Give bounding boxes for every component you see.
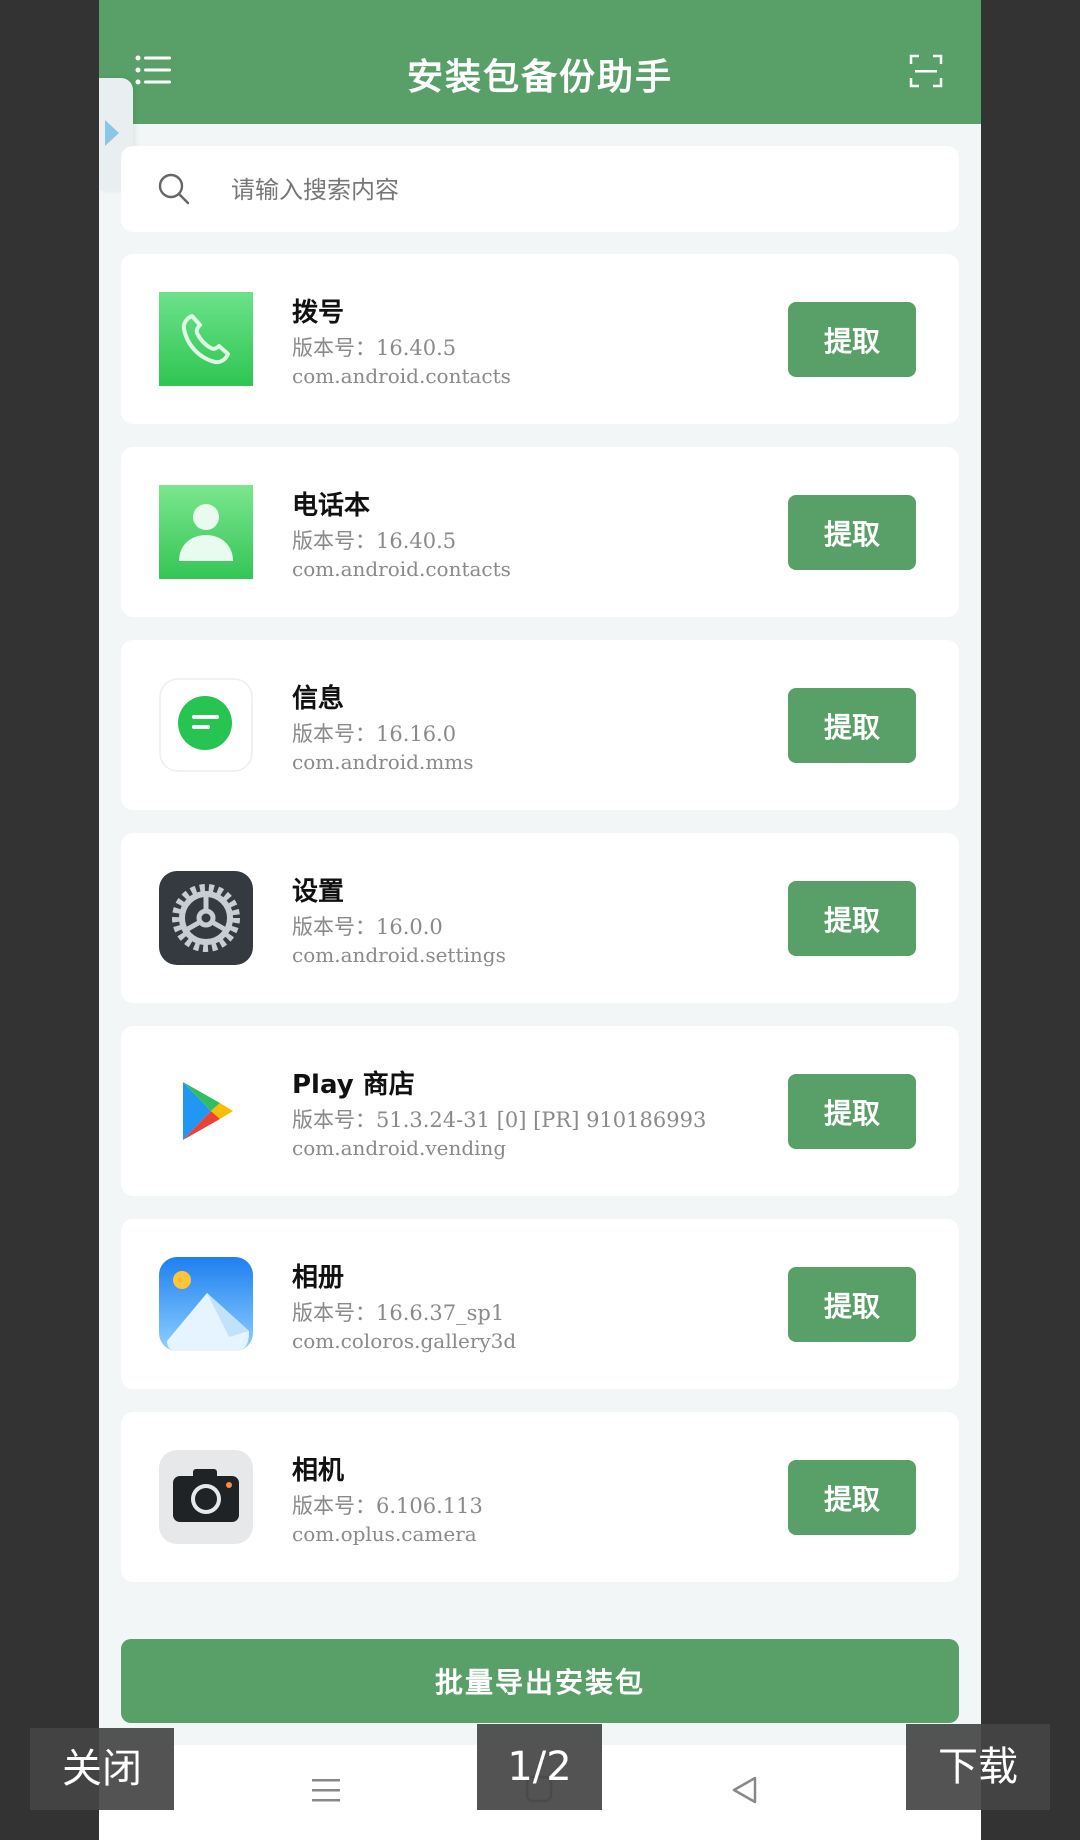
download-button[interactable]: 下载 <box>906 1724 1050 1810</box>
back-icon[interactable] <box>731 1775 757 1805</box>
app-name: 设置 <box>292 877 345 907</box>
extract-button[interactable]: 提取 <box>788 1267 916 1342</box>
extract-button[interactable]: 提取 <box>788 881 916 956</box>
phone-icon <box>159 292 253 386</box>
app-name: 电话本 <box>292 491 371 521</box>
app-package: com.coloros.gallery3d <box>292 1329 517 1353</box>
app-package: com.android.vending <box>292 1136 507 1160</box>
app-name: Play 商店 <box>292 1070 415 1100</box>
app-version: 版本号：16.6.37_sp1 <box>292 1301 505 1325</box>
page-title: 安装包备份助手 <box>406 57 673 98</box>
list-item: Play 商店 版本号：51.3.24-31 [0] [PR] 91018699… <box>121 1026 959 1196</box>
extract-button[interactable]: 提取 <box>788 1460 916 1535</box>
app-package: com.android.contacts <box>292 364 511 388</box>
app-screen: 安装包备份助手 拨号 版本号：16.40.5 com.android.conta… <box>99 0 981 1840</box>
settings-icon <box>159 871 253 965</box>
list-item: 设置 版本号：16.0.0 com.android.settings 提取 <box>121 833 959 1003</box>
search-icon <box>158 173 190 205</box>
camera-icon <box>159 1450 253 1544</box>
app-version: 版本号：16.40.5 <box>292 529 457 553</box>
recent-apps-icon[interactable] <box>312 1777 340 1803</box>
app-version: 版本号：16.0.0 <box>292 915 443 939</box>
app-package: com.android.settings <box>292 943 506 967</box>
play-store-icon <box>183 1082 233 1140</box>
app-package: com.android.contacts <box>292 557 511 581</box>
app-package: com.android.mms <box>292 750 474 774</box>
app-header: 安装包备份助手 <box>99 0 981 124</box>
page-indicator: 1/2 <box>477 1724 602 1810</box>
search-input[interactable] <box>229 168 913 212</box>
search-bar[interactable] <box>121 146 959 232</box>
extract-button[interactable]: 提取 <box>788 302 916 377</box>
contacts-icon <box>159 485 253 579</box>
app-name: 信息 <box>292 684 345 714</box>
close-button[interactable]: 关闭 <box>30 1728 174 1810</box>
app-version: 版本号：51.3.24-31 [0] [PR] 910186993 <box>292 1108 707 1132</box>
message-icon <box>159 678 253 772</box>
app-name: 相册 <box>292 1263 345 1293</box>
gallery-icon <box>159 1257 253 1351</box>
chevron-right-icon <box>105 120 119 146</box>
list-item: 相机 版本号：6.106.113 com.oplus.camera 提取 <box>121 1412 959 1582</box>
app-version: 版本号：16.16.0 <box>292 722 457 746</box>
app-version: 版本号：6.106.113 <box>292 1494 483 1518</box>
app-name: 相机 <box>292 1456 345 1486</box>
app-package: com.oplus.camera <box>292 1522 477 1546</box>
batch-export-button[interactable]: 批量导出安装包 <box>121 1639 959 1723</box>
extract-button[interactable]: 提取 <box>788 688 916 763</box>
list-item: 拨号 版本号：16.40.5 com.android.contacts 提取 <box>121 254 959 424</box>
list-item: 相册 版本号：16.6.37_sp1 com.coloros.gallery3d… <box>121 1219 959 1389</box>
app-name: 拨号 <box>292 298 345 328</box>
app-version: 版本号：16.40.5 <box>292 336 457 360</box>
extract-button[interactable]: 提取 <box>788 495 916 570</box>
list-item: 信息 版本号：16.16.0 com.android.mms 提取 <box>121 640 959 810</box>
list-item: 电话本 版本号：16.40.5 com.android.contacts 提取 <box>121 447 959 617</box>
scan-icon[interactable] <box>909 54 943 88</box>
extract-button[interactable]: 提取 <box>788 1074 916 1149</box>
